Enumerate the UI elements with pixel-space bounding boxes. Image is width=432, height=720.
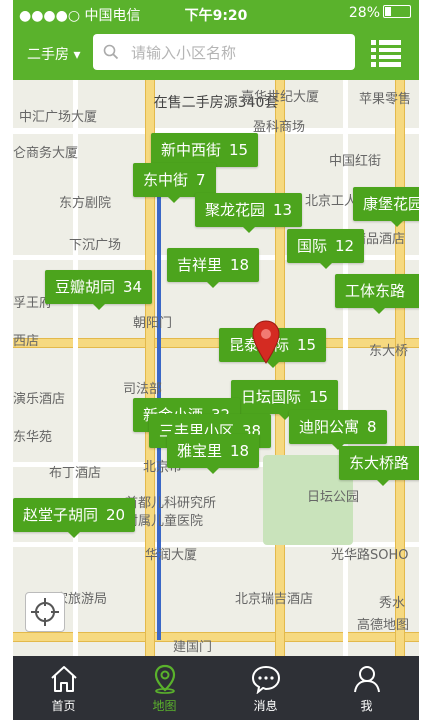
map-place-label: 华润大厦 — [145, 548, 198, 563]
marker-count: 12 — [335, 237, 355, 255]
map-place-label: 朝阳门 — [133, 316, 173, 331]
marker-count: 13 — [273, 201, 293, 219]
marker-name: 聚龙花园 — [205, 201, 266, 219]
battery-percent: 28% — [348, 5, 380, 21]
map-road-vertical — [275, 80, 285, 656]
map-place-label: 建国门 — [173, 640, 213, 655]
marker-name: 东中街 — [143, 171, 189, 189]
map-place-label: 北京工人 — [305, 194, 358, 209]
map-place-label: 西店 — [13, 334, 40, 349]
map-place-label: 日坛公园 — [307, 490, 360, 505]
map-place-label: 苹果零售 — [359, 92, 412, 107]
map-place-label: 演乐酒店 — [13, 392, 66, 407]
map-place-label: 中国红街 — [329, 154, 382, 169]
listing-marker[interactable]: 豆瓣胡同 34 — [45, 270, 153, 310]
tab-messages[interactable]: 消息 — [215, 656, 316, 720]
map-road-east-3rd-ring — [395, 80, 405, 656]
category-dropdown[interactable]: 二手房 ▾ — [27, 44, 80, 64]
marker-count: 34 — [123, 278, 143, 296]
crosshair-icon — [31, 598, 59, 626]
marker-count: 8 — [367, 418, 377, 436]
listing-marker[interactable]: 东大桥路 — [339, 446, 419, 486]
marker-name: 东大桥路 — [349, 454, 410, 472]
listing-marker[interactable]: 东中街 7 — [133, 163, 216, 203]
battery-icon — [383, 5, 411, 18]
map-place-label: 东方剧院 — [59, 196, 112, 211]
chat-icon — [251, 665, 281, 694]
listing-marker[interactable]: 雅宝里 18 — [167, 434, 260, 474]
marker-count: 18 — [230, 442, 250, 460]
status-bar: ●●●●○ 中国电信 下午9:20 28% — [13, 0, 419, 28]
marker-count: 15 — [297, 336, 317, 354]
map-road — [73, 80, 78, 656]
listing-marker[interactable]: 工体东路 — [335, 274, 419, 314]
marker-name: 吉祥里 — [177, 256, 223, 274]
marker-count: 18 — [230, 256, 250, 274]
marker-name: 赵堂子胡同 — [23, 506, 99, 524]
tab-label: 地图 — [152, 699, 177, 713]
header-bar: 二手房 ▾ — [13, 28, 419, 80]
marker-name: 迪阳公寓 — [299, 418, 360, 436]
battery-indicator: 28% — [349, 5, 411, 21]
listing-marker[interactable]: 康堡花园 — [353, 187, 419, 227]
marker-count: 7 — [196, 171, 206, 189]
listing-marker[interactable]: 迪阳公寓 8 — [289, 410, 387, 450]
marker-name: 日坛国际 — [241, 388, 302, 406]
map-place-label: 盈科商场 — [253, 120, 306, 135]
listing-marker[interactable]: 聚龙花园 13 — [195, 193, 303, 233]
search-icon — [103, 44, 119, 60]
listing-marker[interactable]: 新中西街 15 — [151, 133, 259, 173]
app-screen: ●●●●○ 中国电信 下午9:20 28% 二手房 ▾ 在售二手房源340 — [13, 0, 419, 720]
map-place-label: 布丁酒店 — [49, 466, 102, 481]
listing-marker[interactable]: 赵堂子胡同 20 — [13, 498, 136, 538]
map-place-label: 嘉华世纪大厦 — [241, 90, 320, 105]
marker-name: 康堡花园 — [363, 195, 419, 213]
tab-bar: 首页 地图 消息 我 — [13, 656, 419, 720]
map-place-label: 光华路SOHO — [331, 548, 409, 563]
marker-name: 国际 — [297, 237, 328, 255]
marker-count: 20 — [106, 506, 126, 524]
map-place-label: 司法部 — [123, 382, 163, 397]
marker-count: 15 — [229, 141, 249, 159]
home-icon — [51, 666, 77, 692]
list-view-icon[interactable] — [371, 39, 401, 69]
tab-label: 我 — [360, 699, 373, 713]
map-place-label: 秀水 — [379, 596, 406, 611]
map-place-label: 北京瑞吉酒店 — [235, 592, 314, 607]
marker-name: 雅宝里 — [177, 442, 223, 460]
listing-marker[interactable]: 日坛国际 15 — [231, 380, 339, 420]
map-place-label: 东华苑 — [13, 430, 53, 445]
marker-name: 豆瓣胡同 — [55, 278, 116, 296]
tab-me[interactable]: 我 — [316, 656, 417, 720]
search-box[interactable] — [93, 34, 355, 70]
map-place-label: 高德地图 — [357, 618, 410, 633]
locate-me-button[interactable] — [25, 592, 65, 632]
search-input[interactable] — [129, 41, 347, 65]
map-place-label: 下沉广场 — [69, 238, 122, 253]
user-icon — [354, 666, 380, 693]
marker-name: 工体东路 — [345, 282, 406, 300]
map-place-label: 仑商务大厦 — [13, 146, 79, 161]
location-pin-icon — [252, 320, 280, 364]
marker-name: 新中西街 — [161, 141, 222, 159]
tab-home[interactable]: 首页 — [13, 656, 114, 720]
tab-map[interactable]: 地图 — [114, 656, 215, 720]
marker-count: 15 — [309, 388, 329, 406]
map-place-label: 中汇广场大厦 — [19, 110, 98, 125]
map-place-label: 附属儿童医院 — [125, 514, 204, 529]
map-place-label: 首都儿科研究所 — [125, 496, 217, 511]
listing-marker[interactable]: 吉祥里 18 — [167, 248, 260, 288]
map-pin-icon — [154, 664, 176, 694]
listing-marker[interactable]: 国际 12 — [287, 229, 365, 269]
tab-label: 消息 — [253, 699, 278, 713]
map-place-label: 东大桥 — [369, 344, 409, 359]
map-view[interactable]: 在售二手房源340套 中汇广场大厦 嘉华世纪大厦 盈科商场 苹果零售 中国红街 … — [13, 80, 419, 656]
tab-label: 首页 — [51, 699, 76, 713]
